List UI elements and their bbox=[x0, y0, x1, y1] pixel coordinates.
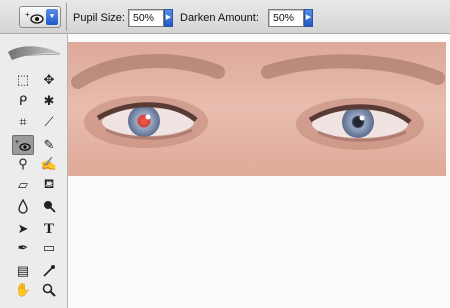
marquee-icon: ⬚ bbox=[16, 72, 30, 87]
tool-preset-picker[interactable]: + ▼ bbox=[19, 6, 61, 28]
red-eye-tool-icon: + bbox=[25, 10, 44, 24]
eyedropper-icon bbox=[43, 265, 55, 277]
magic-wand-tool[interactable]: ✱ bbox=[38, 91, 60, 111]
history-brush-tool[interactable]: ✍ bbox=[38, 154, 60, 174]
eraser-icon: ▱ bbox=[18, 177, 28, 192]
marquee-tool[interactable]: ⬚ bbox=[12, 70, 34, 90]
blur-tool[interactable] bbox=[12, 196, 34, 216]
separator bbox=[66, 3, 67, 31]
zoom-tool[interactable] bbox=[38, 280, 60, 300]
brush-tool[interactable]: ✎ bbox=[38, 135, 60, 155]
svg-text:+: + bbox=[25, 10, 30, 19]
magic-wand-icon: ✱ bbox=[43, 93, 55, 108]
path-select-icon: ➤ bbox=[17, 221, 29, 236]
path-select-tool[interactable]: ➤ bbox=[12, 219, 34, 239]
dodge-tool[interactable] bbox=[38, 196, 60, 216]
svg-text:+: + bbox=[15, 139, 19, 146]
stamp-tool[interactable]: ⚲ bbox=[12, 154, 34, 174]
history-brush-icon: ✍ bbox=[40, 156, 58, 171]
crop-tool[interactable]: ⌗ bbox=[12, 112, 34, 132]
darken-amount-stepper[interactable]: ▶ bbox=[304, 9, 313, 27]
pupil-size-label: Pupil Size: bbox=[73, 12, 125, 24]
hand-tool[interactable]: ✋ bbox=[12, 280, 34, 300]
pen-tool[interactable]: ✒ bbox=[12, 238, 34, 258]
pupil-size-field[interactable]: 50% bbox=[128, 9, 164, 27]
notes-icon: ▤ bbox=[16, 263, 30, 278]
stamp-icon: ⚲ bbox=[18, 156, 28, 171]
dodge-icon bbox=[44, 201, 56, 213]
pen-icon: ✒ bbox=[17, 240, 29, 255]
red-eye-icon: + bbox=[15, 139, 31, 151]
slice-icon: ⟋ bbox=[44, 114, 54, 129]
eraser-tool[interactable]: ▱ bbox=[12, 175, 34, 195]
bucket-tool[interactable]: ⛾ bbox=[38, 175, 60, 195]
move-tool[interactable]: ✥ bbox=[38, 70, 60, 90]
bucket-icon: ⛾ bbox=[43, 176, 55, 191]
feather-logo-icon bbox=[8, 46, 62, 60]
red-eye-tool[interactable]: + bbox=[12, 135, 34, 155]
lasso-tool[interactable]: ᑭ bbox=[12, 91, 34, 111]
slice-tool[interactable]: ⟋ bbox=[38, 112, 60, 132]
brush-icon: ✎ bbox=[43, 137, 55, 152]
tools-panel: ⬚ ✥ ᑭ ✱ ⌗ ⟋ + ✎ ⚲ ✍ ▱ ⛾ ➤ T ✒ ▭ ▤ ✋ bbox=[0, 34, 68, 308]
type-icon: T bbox=[43, 220, 54, 237]
zoom-icon bbox=[42, 283, 56, 297]
canvas-area[interactable] bbox=[68, 34, 450, 308]
notes-tool[interactable]: ▤ bbox=[12, 261, 34, 281]
tool-grid: ⬚ ✥ ᑭ ✱ ⌗ ⟋ + ✎ ⚲ ✍ ▱ ⛾ ➤ T ✒ ▭ ▤ ✋ bbox=[12, 70, 62, 301]
type-tool[interactable]: T bbox=[38, 219, 60, 239]
rectangle-tool[interactable]: ▭ bbox=[38, 238, 60, 258]
options-bar: + ▼ Pupil Size: 50% ▶ Darken Amount: 50%… bbox=[0, 0, 450, 34]
hand-icon: ✋ bbox=[14, 282, 32, 297]
darken-amount-field[interactable]: 50% bbox=[268, 9, 304, 27]
pupil-size-stepper[interactable]: ▶ bbox=[164, 9, 173, 27]
blur-icon bbox=[18, 198, 28, 214]
move-icon: ✥ bbox=[43, 72, 55, 87]
rectangle-icon: ▭ bbox=[42, 240, 56, 255]
lasso-icon: ᑭ bbox=[18, 93, 28, 108]
eyes-photo[interactable] bbox=[68, 42, 446, 176]
chevron-down-icon: ▼ bbox=[46, 9, 58, 25]
darken-amount-label: Darken Amount: bbox=[180, 12, 259, 24]
crop-icon: ⌗ bbox=[19, 114, 27, 129]
eyedropper-tool[interactable] bbox=[38, 261, 60, 281]
